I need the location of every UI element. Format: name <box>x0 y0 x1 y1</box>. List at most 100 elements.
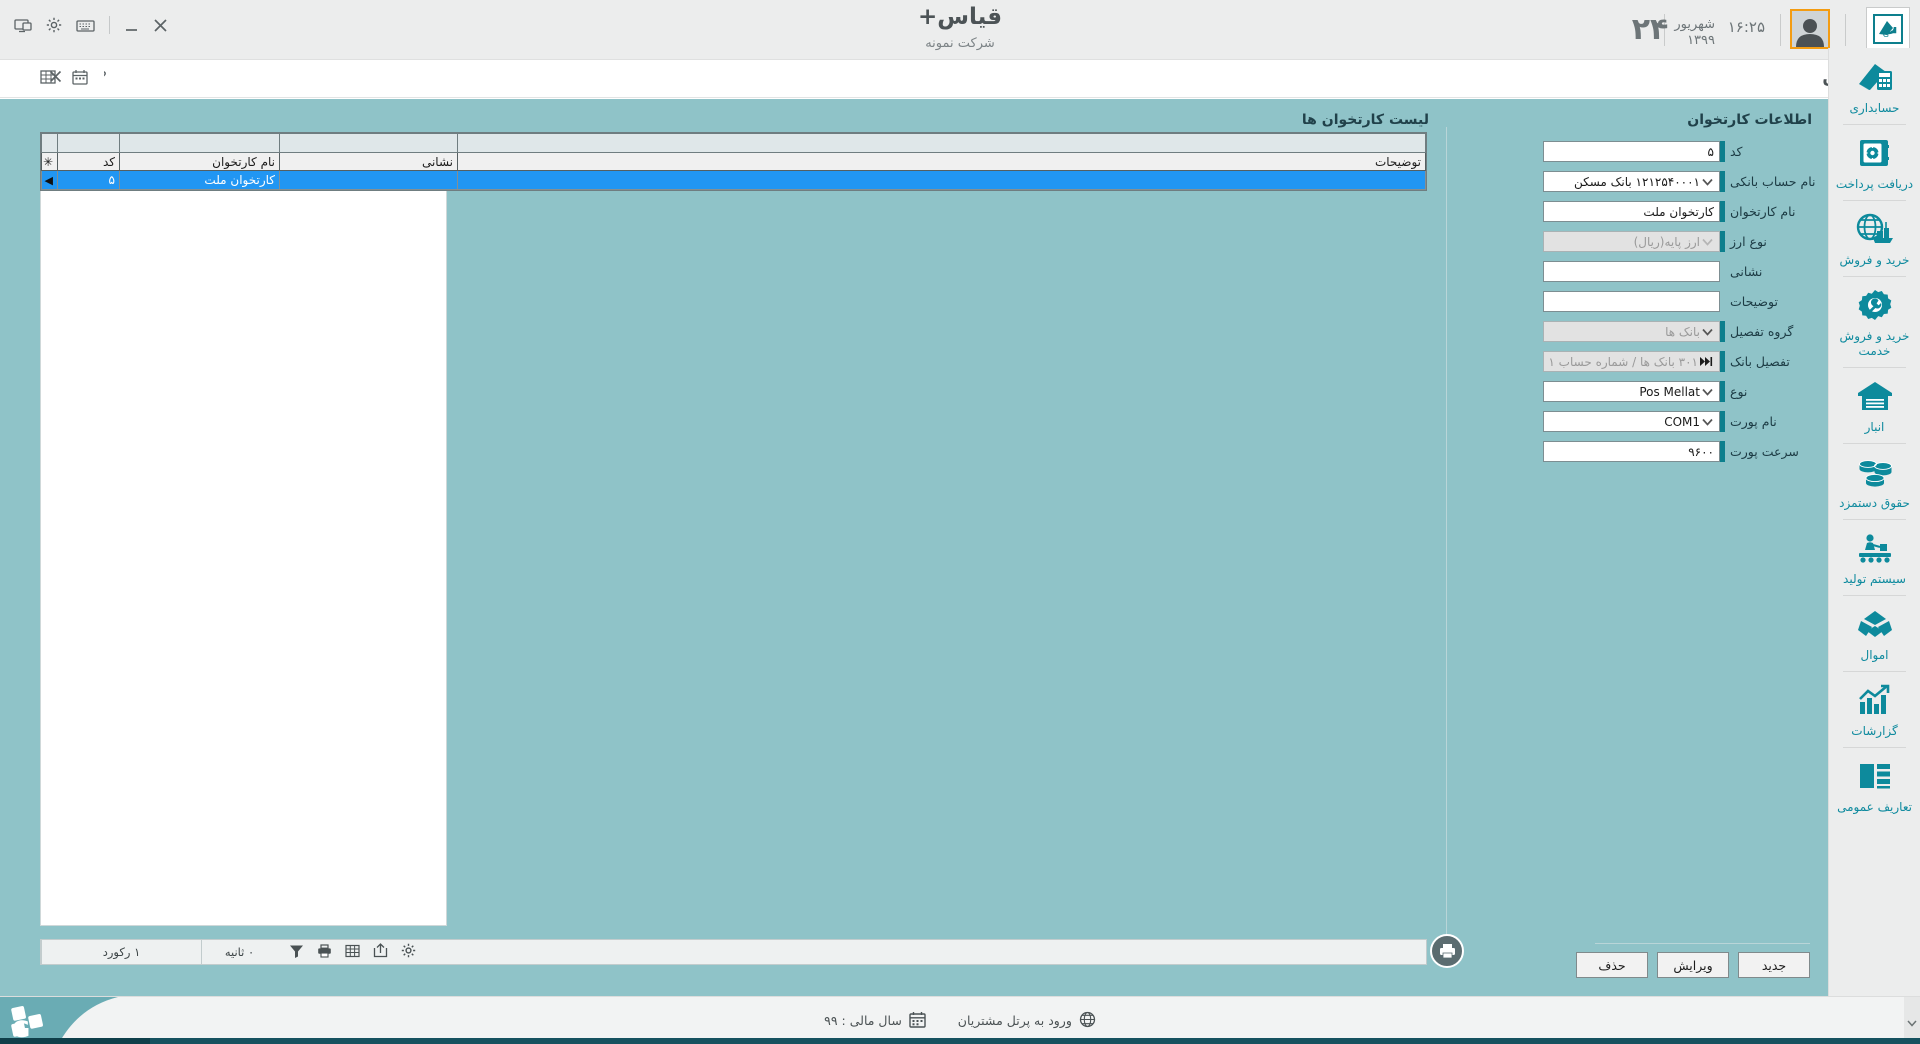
grid-status-bar: ۱ رکورد ۰ ثانیه <box>40 934 1464 968</box>
form-row-detail-group: گروه تفصیل بانک ها <box>1448 317 1828 346</box>
column-header-name[interactable]: نام کارتخوان <box>119 152 280 171</box>
sidebar-item-receipt-payment[interactable]: دریافت پرداخت <box>1829 124 1920 200</box>
pos-list-panel: لیست کارتخوان ها توضیحات نشانی نام کارتخ… <box>0 99 1464 996</box>
port-speed-field[interactable]: ۹۶۰۰ <box>1543 441 1720 462</box>
address-wrap <box>1543 261 1720 282</box>
table-row[interactable]: کارتخوان ملت ۵ ◀ <box>41 170 1426 190</box>
gear-icon[interactable] <box>401 943 416 962</box>
field-value: ۳۰۱ بانک ها / شماره حساب ۰۰۱ <box>1549 354 1698 369</box>
monitor-icon[interactable] <box>14 18 32 33</box>
column-header-address[interactable]: نشانی <box>279 152 458 171</box>
sidebar-item-assets[interactable]: اموال <box>1829 595 1920 671</box>
minimize-icon[interactable] <box>124 18 139 33</box>
scroll-indicator[interactable] <box>1904 997 1920 1044</box>
form-row-address: نشانی <box>1448 257 1828 286</box>
code-field-wrap: ۵ <box>1543 141 1725 162</box>
globe-ship-icon <box>1855 210 1895 248</box>
fiscal-year[interactable]: سال مالی : ۹۹ <box>808 1011 942 1031</box>
row-selector[interactable]: ◀ <box>41 170 58 190</box>
sidebar-item-reports[interactable]: گزارشات <box>1829 671 1920 747</box>
fiscal-year-label: سال مالی : ۹۹ <box>824 1013 902 1028</box>
cell-address <box>279 170 458 190</box>
printer-circle-icon[interactable] <box>1430 934 1464 968</box>
address-field[interactable] <box>1543 261 1720 282</box>
bottom-accent-strip <box>0 1038 1920 1044</box>
sidebar-item-label: انبار <box>1864 420 1885 434</box>
field-marker <box>1720 411 1725 432</box>
type-select[interactable]: Pos Mellat <box>1543 381 1720 402</box>
record-count: ۱ رکورد <box>41 940 201 964</box>
code-field[interactable]: ۵ <box>1543 141 1720 162</box>
currency-select[interactable]: ارز پایه(ریال) <box>1543 231 1720 252</box>
sidebar-item-purchase-sales[interactable]: خرید و فروش <box>1829 200 1920 276</box>
lookup-icon <box>1698 356 1714 367</box>
pos-list-grid[interactable]: توضیحات نشانی نام کارتخوان کد ✳ کارتخوان… <box>40 132 1427 191</box>
bank-account-wrap: ۱۲۱۲۵۴۰۰۰۱ بانک مسکن <box>1543 171 1725 192</box>
filter-cell-code[interactable] <box>57 133 120 153</box>
field-label: کد <box>1730 144 1743 159</box>
filter-cell-selector <box>41 133 58 153</box>
sidebar-item-label: دریافت پرداخت <box>1835 177 1914 191</box>
g-logo-icon: G <box>0 997 150 1044</box>
page-title: قیاس+ <box>917 4 1003 30</box>
select-all-header[interactable]: ✳ <box>41 152 58 171</box>
sidebar-item-service-purchase-sales[interactable]: خرید و فروش خدمت <box>1829 276 1920 367</box>
warehouse-icon <box>1856 377 1894 415</box>
sidebar-item-payroll[interactable]: حقوق دستمزد <box>1829 443 1920 519</box>
field-label: گروه تفصیل <box>1730 324 1794 339</box>
form-row-port-name: نام پورت COM1 <box>1448 407 1828 436</box>
action-divider <box>1595 943 1810 944</box>
sidebar-item-label: گزارشات <box>1851 724 1898 738</box>
field-marker <box>1720 321 1725 342</box>
column-header-code[interactable]: کد <box>57 152 120 171</box>
sidebar-item-inventory[interactable]: انبار <box>1829 367 1920 443</box>
detail-group-wrap: بانک ها <box>1543 321 1725 342</box>
edit-button[interactable]: ویرایش <box>1657 952 1729 978</box>
cell-name: کارتخوان ملت <box>119 170 280 190</box>
sidebar-item-production[interactable]: سیستم تولید <box>1829 519 1920 595</box>
field-label: نوع ارز <box>1730 234 1767 249</box>
detail-group-select[interactable]: بانک ها <box>1543 321 1720 342</box>
filter-cell-address[interactable] <box>279 133 458 153</box>
sidebar-item-general-definitions[interactable]: تعاریف عمومی <box>1829 747 1920 823</box>
delete-button[interactable]: حذف <box>1576 952 1648 978</box>
field-marker <box>1720 351 1725 372</box>
filter-cell-description[interactable] <box>457 133 1426 153</box>
help-icon[interactable]: ? <box>99 68 120 89</box>
calendar-icon[interactable] <box>72 69 88 89</box>
pos-name-field[interactable]: کارتخوان ملت <box>1543 201 1720 222</box>
column-header-description[interactable]: توضیحات <box>457 152 1426 171</box>
field-marker <box>1720 141 1725 162</box>
filter-row[interactable] <box>41 133 1426 153</box>
description-field[interactable] <box>1543 291 1720 312</box>
close-tab-icon[interactable] <box>48 69 63 88</box>
table-icon[interactable] <box>345 943 360 962</box>
port-name-wrap: COM1 <box>1543 411 1725 432</box>
filter-cell-name[interactable] <box>119 133 280 153</box>
keyboard-icon[interactable] <box>76 18 95 33</box>
filter-icon[interactable] <box>289 943 304 962</box>
list-heading: لیست کارتخوان ها <box>1301 112 1429 128</box>
close-icon[interactable] <box>153 18 168 33</box>
form-row-description: توضیحات <box>1448 287 1828 316</box>
safe-box-icon <box>1857 134 1893 172</box>
sidebar-item-accounting[interactable]: حسابداری <box>1829 48 1920 124</box>
field-value: COM1 <box>1664 414 1700 429</box>
bank-detail-lookup[interactable]: ۳۰۱ بانک ها / شماره حساب ۰۰۱ <box>1543 351 1720 372</box>
type-wrap: Pos Mellat <box>1543 381 1725 402</box>
export-icon[interactable] <box>373 942 388 962</box>
bank-account-select[interactable]: ۱۲۱۲۵۴۰۰۰۱ بانک مسکن <box>1543 171 1720 192</box>
gear-icon[interactable] <box>46 17 62 33</box>
coins-icon <box>1856 453 1894 491</box>
sidebar-item-label: تعاریف عمومی <box>1837 800 1912 814</box>
sidebar-item-label: سیستم تولید <box>1843 572 1906 586</box>
calendar-icon <box>909 1011 926 1031</box>
currency-wrap: ارز پایه(ریال) <box>1543 231 1725 252</box>
customer-portal-link[interactable]: ورود به پرتل مشتریان <box>942 1011 1112 1031</box>
printer-icon[interactable] <box>317 943 332 962</box>
form-row-bank-account: نام حساب بانکی ۱۲۱۲۵۴۰۰۰۱ بانک مسکن <box>1448 167 1828 196</box>
new-button[interactable]: جدید <box>1738 952 1810 978</box>
port-name-select[interactable]: COM1 <box>1543 411 1720 432</box>
field-value: کارتخوان ملت <box>1643 204 1714 219</box>
toolbar: کارتخوان ? <box>0 60 1920 98</box>
